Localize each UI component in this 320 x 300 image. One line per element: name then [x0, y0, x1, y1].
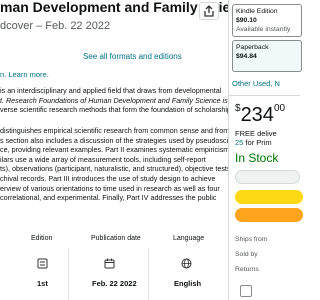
- format-line: dcover – Feb. 22 2022: [0, 20, 111, 32]
- gift-checkbox[interactable]: [240, 285, 252, 297]
- description-line: correlational, and experimental. Finally…: [0, 193, 217, 203]
- share-button[interactable]: [199, 2, 219, 20]
- sold-by-label: Sold by: [235, 251, 258, 258]
- format-availability: Available instantly: [236, 26, 291, 33]
- see-all-formats-link[interactable]: See all formats and editions: [83, 52, 182, 61]
- quantity-select[interactable]: [235, 170, 300, 184]
- returns-label: Returns: [235, 266, 259, 273]
- add-to-cart-button[interactable]: [235, 190, 303, 204]
- price-whole: 234: [240, 104, 274, 126]
- description-line: distinguishes empirical scientific resea…: [0, 126, 230, 135]
- description-paragraph-1: is an interdisciplinary and applied fiel…: [0, 86, 234, 115]
- description-line: is an interdisciplinary and applied fiel…: [0, 86, 222, 95]
- share-icon: [204, 5, 214, 17]
- edition-icon: [37, 258, 48, 272]
- edition-label: Edition: [31, 235, 53, 242]
- description-paragraph-2: distinguishes empirical scientific resea…: [0, 126, 244, 203]
- format-name: Kindle Edition: [236, 8, 278, 15]
- language-value: English: [174, 279, 202, 288]
- other-used-link[interactable]: Other Used, N: [232, 79, 280, 88]
- format-option-paperback[interactable]: Paperback $94.84: [232, 40, 302, 72]
- publication-date-value: Feb. 22 2022: [92, 279, 137, 288]
- stock-status: In Stock: [235, 151, 279, 165]
- ships-from-label: Ships from: [235, 236, 268, 243]
- publication-date-label: Publication date: [91, 235, 141, 242]
- divider: [148, 248, 149, 300]
- product-title: man Development and Family Science:: [0, 0, 260, 15]
- price-fraction: 00: [273, 103, 286, 114]
- description-line: erview of various orientations to time u…: [0, 183, 220, 193]
- language-label: Language: [173, 235, 205, 242]
- divider: [229, 95, 300, 96]
- description-line: ilars use a wide array of measurement to…: [0, 154, 206, 164]
- format-option-kindle[interactable]: Kindle Edition $90.10 Available instantl…: [232, 4, 302, 37]
- price: $23400: [235, 103, 285, 127]
- buy-now-button[interactable]: [235, 208, 303, 222]
- learn-more-link[interactable]: n. Learn more.: [0, 70, 49, 79]
- format-price: $90.10: [236, 17, 257, 24]
- description-line: t. Research Foundations of Human Develop…: [0, 95, 234, 105]
- edition-value: 1st: [37, 279, 48, 288]
- description-line: s section also includes a discussion of …: [0, 135, 244, 145]
- delivery-date-line: 25 for Prim: [235, 138, 272, 147]
- description-line: ts), observations (participant, naturali…: [0, 164, 233, 174]
- divider: [68, 248, 69, 300]
- format-price: $94.84: [236, 53, 257, 60]
- globe-icon: [181, 258, 192, 272]
- free-delivery-text: FREE delive: [235, 129, 277, 138]
- description-line: chival records. Part III introduces the …: [0, 173, 216, 183]
- delivery-prime-text: for Prim: [243, 138, 272, 147]
- description-line: ce, providing relevant examples. Part II…: [0, 145, 230, 155]
- format-name: Paperback: [236, 44, 269, 51]
- description-line: verse scientific research methods that f…: [0, 105, 231, 115]
- calendar-icon: [104, 258, 115, 272]
